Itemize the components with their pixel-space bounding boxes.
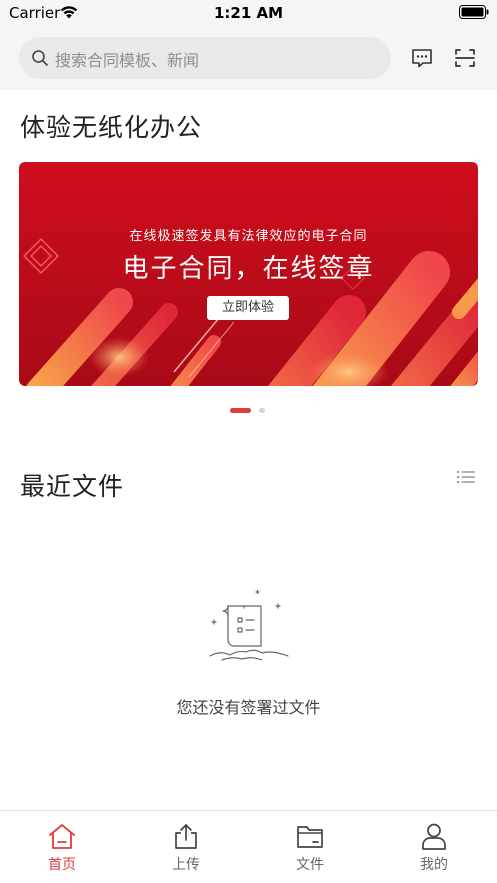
search-icon (32, 50, 48, 66)
banner-title: 电子合同，在线签章 (122, 254, 375, 284)
app-screen: Carrier 1:21 AM 搜索合同模板、新闻 体验无纸化办公 在线极速签发… (0, 0, 497, 883)
promo-banner[interactable]: 在线极速签发具有法律效应的电子合同 电子合同，在线签章 立即体验 (19, 162, 478, 386)
try-now-button[interactable]: 立即体验 (207, 296, 289, 320)
carousel-dot[interactable] (259, 408, 265, 413)
search-bar[interactable]: 搜索合同模板、新闻 (19, 37, 391, 79)
section-title-experience: 体验无纸化办公 (20, 113, 203, 142)
tab-label: 文件 (296, 857, 324, 873)
upload-icon (175, 824, 197, 849)
tab-me[interactable]: 我的 (372, 811, 496, 883)
search-input[interactable]: 搜索合同模板、新闻 (55, 47, 199, 71)
list-view-icon[interactable] (457, 470, 475, 484)
message-icon[interactable] (410, 46, 434, 70)
tab-label: 上传 (172, 857, 200, 873)
user-icon (422, 823, 446, 850)
empty-state-message: 您还没有签署过文件 (176, 698, 321, 717)
banner-subtitle: 在线极速签发具有法律效应的电子合同 (129, 229, 368, 244)
tab-label: 我的 (420, 857, 448, 873)
section-title-recent-files: 最近文件 (20, 472, 125, 501)
status-time: 1:21 AM (213, 4, 284, 22)
scan-icon[interactable] (453, 46, 477, 70)
top-header: 搜索合同模板、新闻 (0, 26, 497, 90)
home-icon (49, 824, 75, 849)
tab-files[interactable]: 文件 (248, 811, 372, 883)
tab-label: 首页 (48, 857, 76, 873)
battery-icon (459, 5, 489, 19)
carousel-dot-active[interactable] (230, 408, 251, 413)
tab-home[interactable]: 首页 (0, 811, 124, 883)
empty-document-icon (209, 589, 289, 661)
folder-icon (297, 826, 323, 848)
bottom-tab-bar: 首页 上传 文件 我的 (0, 810, 497, 883)
status-bar: Carrier 1:21 AM (0, 0, 497, 26)
tab-upload[interactable]: 上传 (124, 811, 248, 883)
